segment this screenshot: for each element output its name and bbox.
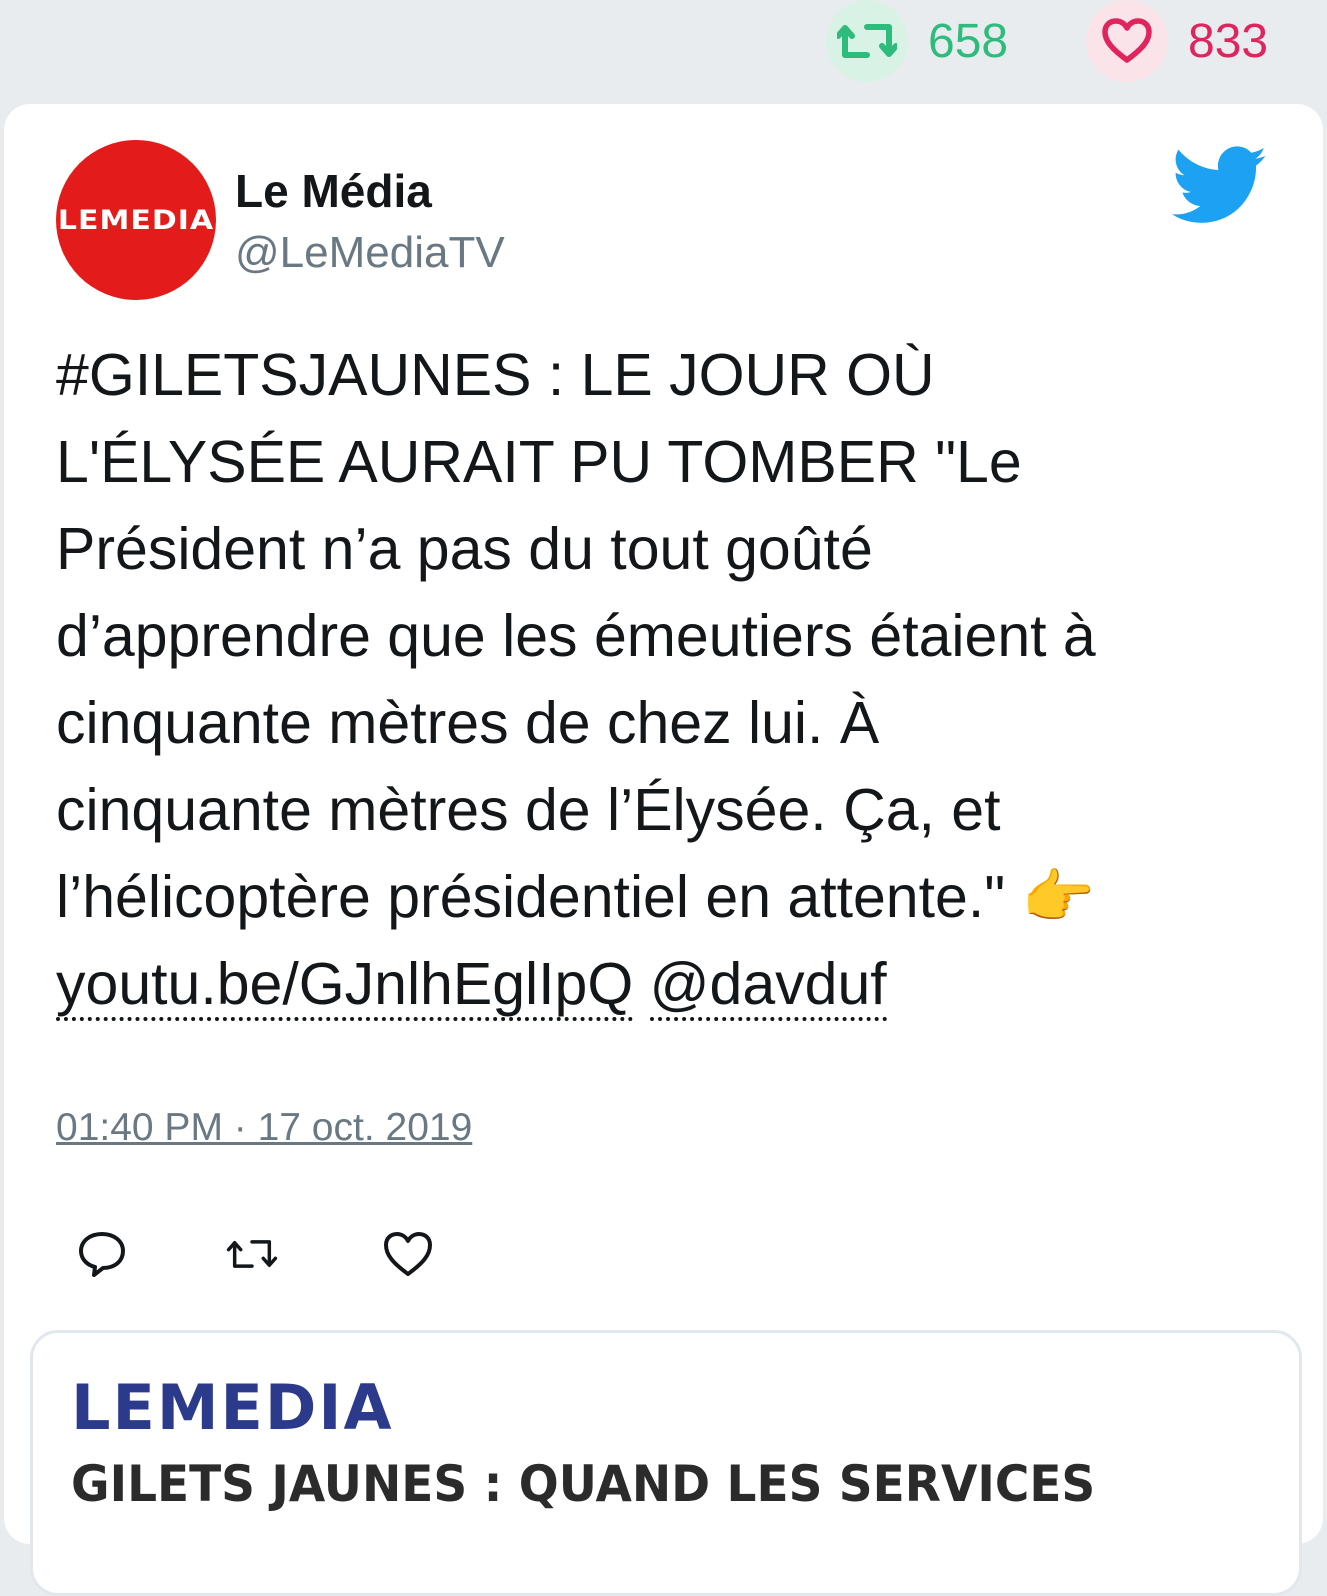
tweet-line: #GILETSJAUNES : LE JOUR OÙ [56, 342, 935, 408]
tweet-timestamp[interactable]: 01:40 PM · 17 oct. 2019 [56, 1106, 472, 1150]
preview-logo: LEMEDIA [71, 1371, 394, 1444]
youtube-link[interactable]: youtu.be/GJnlhEglIpQ [56, 951, 634, 1021]
tweet-line: d’apprendre que les émeutiers étaient à [56, 603, 1096, 669]
avatar-logo: LEMEDIA [57, 204, 215, 236]
tweet-text: #GILETSJAUNES : LE JOUR OÙ L'ÉLYSÉE AURA… [56, 332, 1276, 1028]
mention-link[interactable]: @davduf [649, 951, 887, 1021]
like-stat[interactable]: 833 [1086, 0, 1268, 82]
retweet-count: 658 [928, 14, 1009, 68]
heart-icon[interactable] [382, 1228, 434, 1280]
retweet-icon[interactable] [226, 1228, 278, 1280]
tweet-line: l’hélicoptère présidentiel en attente." … [56, 864, 1096, 930]
tweet-links-line: youtu.be/GJnlhEglIpQ @davduf [56, 941, 1276, 1028]
retweet-stat[interactable]: 658 [826, 0, 1008, 82]
heart-icon[interactable] [1086, 0, 1168, 82]
tweet-line: L'ÉLYSÉE AURAIT PU TOMBER "Le [56, 429, 1022, 495]
tweet-line: Président n’a pas du tout goûté [56, 516, 873, 582]
author-name[interactable]: Le Média [235, 164, 432, 218]
avatar[interactable]: LEMEDIA [56, 140, 216, 300]
author-handle[interactable]: @LeMediaTV [235, 228, 505, 278]
retweet-icon[interactable] [826, 0, 908, 82]
tweet-line: cinquante mètres de l’Élysée. Ça, et [56, 777, 1001, 843]
twitter-bird-icon[interactable] [1172, 146, 1268, 226]
preview-title: GILETS JAUNES : QUAND LES SERVICES [71, 1455, 1096, 1513]
tweet-card: LEMEDIA Le Média @LeMediaTV #GILETSJAUNE… [4, 104, 1323, 1596]
tweet-line: cinquante mètres de chez lui. À [56, 690, 880, 756]
reply-icon[interactable] [76, 1228, 128, 1280]
engagement-bar: 658 833 [0, 0, 1327, 100]
link-preview-card[interactable]: LEMEDIA GILETS JAUNES : QUAND LES SERVIC… [30, 1330, 1302, 1596]
like-count: 833 [1188, 14, 1269, 68]
